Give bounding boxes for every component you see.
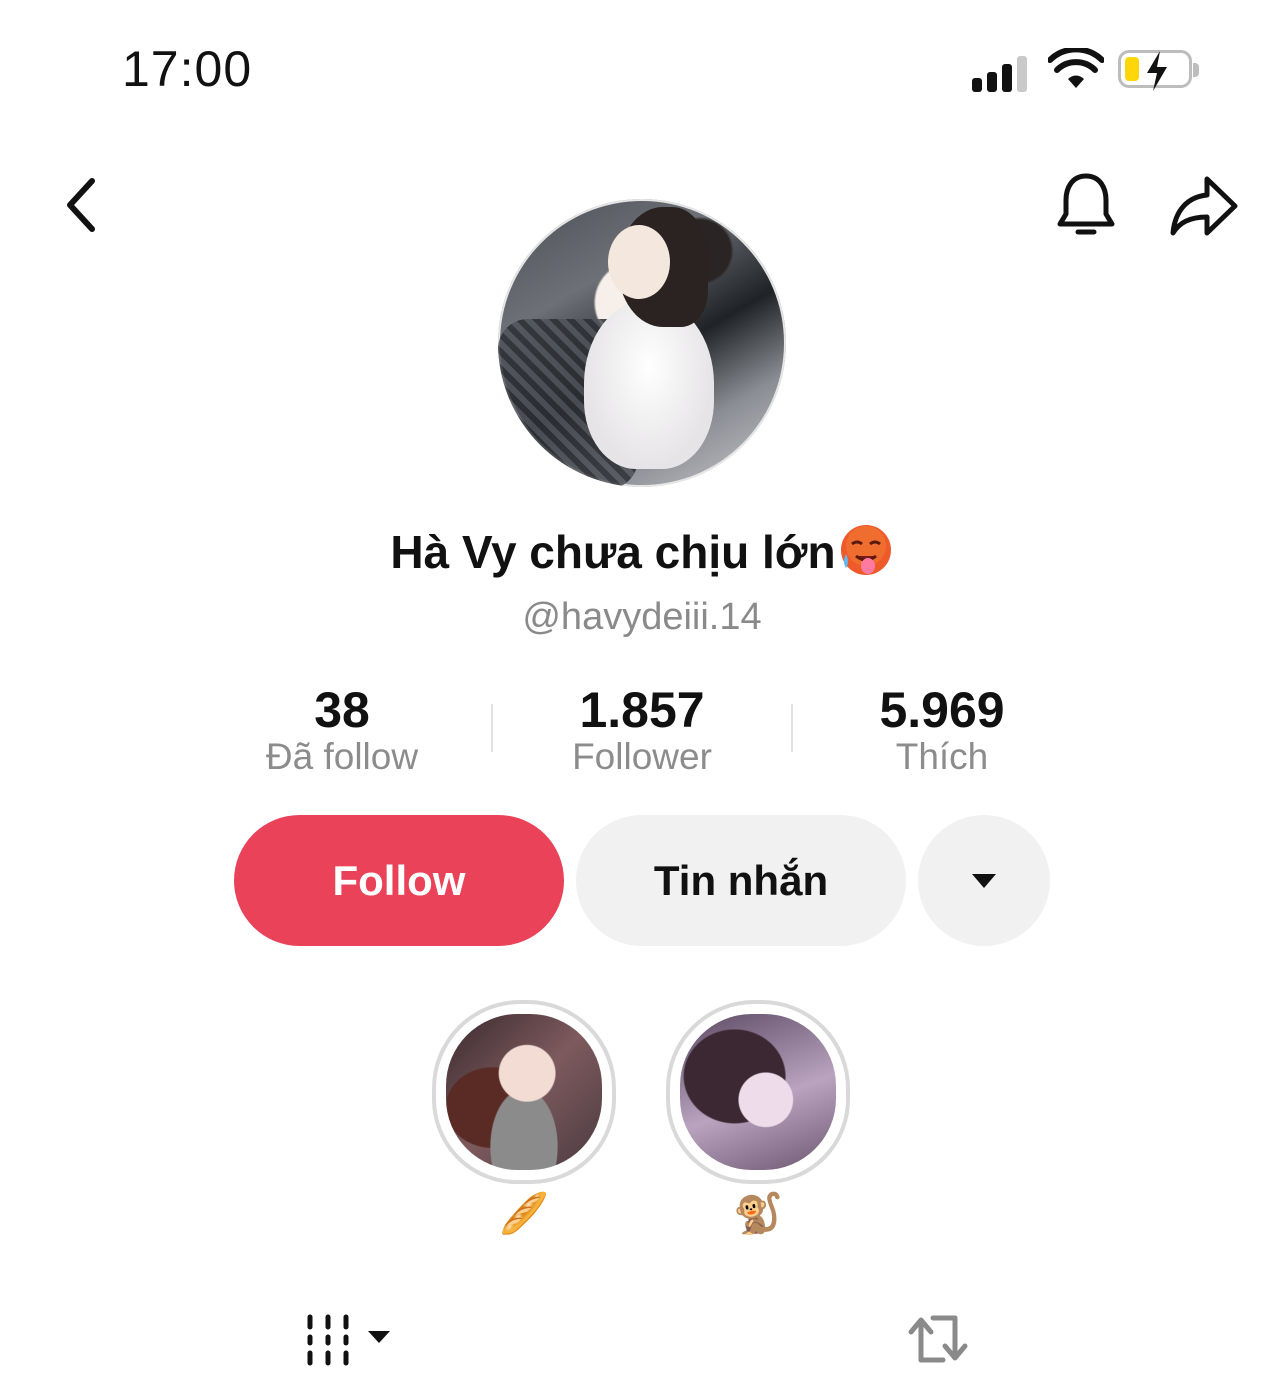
cellular-signal-icon <box>972 52 1032 92</box>
highlight-label: 🐒 <box>733 1192 783 1236</box>
back-icon <box>67 178 95 232</box>
display-name: Hà Vy chưa chịu lớn <box>390 526 836 578</box>
avatar-dress-shape <box>584 299 714 469</box>
chevron-down-icon <box>972 873 996 888</box>
tab-reposts[interactable] <box>900 1306 976 1372</box>
stat-following[interactable]: 38 Đã follow <box>192 682 492 778</box>
repost-icon <box>908 1315 968 1363</box>
notification-button[interactable] <box>1048 168 1124 244</box>
avatar-head-shape <box>608 225 670 299</box>
stat-followers[interactable]: 1.857 Follower <box>492 682 792 778</box>
profile-handle: @havydeiii.14 <box>522 596 762 638</box>
follow-button[interactable]: Follow <box>234 815 564 946</box>
highlight-cover-image <box>446 1014 602 1170</box>
share-button[interactable] <box>1164 168 1244 244</box>
tab-videos[interactable] <box>296 1306 400 1372</box>
profile-name-row: Hà Vy chưa chịu lớn <box>0 522 1284 579</box>
grid-sort-icon <box>307 1314 390 1366</box>
stat-label: Đã follow <box>265 736 419 777</box>
profile-avatar[interactable] <box>498 199 786 487</box>
bell-icon <box>1057 173 1115 235</box>
back-button[interactable] <box>50 170 110 240</box>
stat-value: 5.969 <box>879 682 1005 738</box>
stat-label: Follower <box>572 736 712 777</box>
share-icon <box>1170 176 1238 236</box>
highlight-cover-image <box>680 1014 836 1170</box>
suggested-accounts-button[interactable] <box>918 815 1050 946</box>
stat-value: 38 <box>314 682 370 738</box>
story-highlight-1[interactable] <box>432 1000 616 1184</box>
wifi-icon <box>1048 48 1104 88</box>
stat-label: Thích <box>895 736 989 777</box>
story-highlight-2[interactable] <box>666 1000 850 1184</box>
message-button[interactable]: Tin nhắn <box>576 815 906 946</box>
status-time: 17:00 <box>122 41 253 97</box>
stat-likes[interactable]: 5.969 Thích <box>792 682 1092 778</box>
highlight-label: 🥖 <box>499 1192 549 1236</box>
battery-icon <box>1118 50 1199 91</box>
hot-face-emoji-icon <box>840 525 891 575</box>
stat-value: 1.857 <box>579 682 705 738</box>
